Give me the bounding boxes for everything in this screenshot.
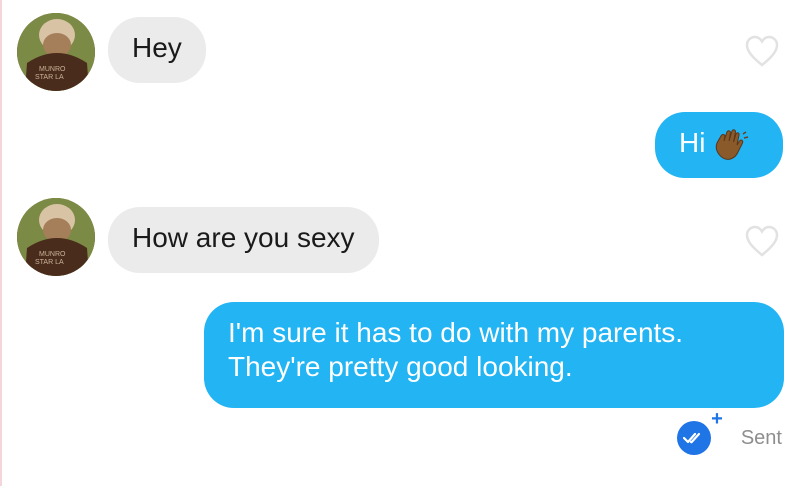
heart-like-icon[interactable] — [744, 34, 780, 68]
outgoing-message-bubble[interactable]: I'm sure it has to do with my parents. T… — [204, 302, 784, 408]
message-text: How are you sexy — [132, 222, 355, 253]
delivery-status: + Sent — [676, 409, 782, 456]
svg-text:STAR LA: STAR LA — [35, 259, 64, 266]
incoming-message-bubble[interactable]: How are you sexy — [108, 207, 379, 273]
waving-hand-icon — [716, 128, 749, 160]
outgoing-message-bubble[interactable]: Hi — [655, 112, 783, 178]
message-text: Hi — [679, 127, 706, 158]
avatar-photo: MUNRO STAR LA — [17, 13, 95, 91]
svg-text:MUNRO: MUNRO — [39, 66, 66, 73]
heart-like-icon[interactable] — [744, 224, 780, 258]
plus-icon: + — [711, 408, 723, 430]
svg-text:MUNRO: MUNRO — [39, 251, 66, 258]
message-text: I'm sure it has to do with my parents. T… — [228, 317, 684, 382]
avatar-photo: MUNRO STAR LA — [17, 198, 95, 276]
message-text: Hey — [132, 32, 182, 63]
avatar[interactable]: MUNRO STAR LA — [17, 198, 95, 276]
incoming-message-bubble[interactable]: Hey — [108, 17, 206, 83]
svg-text:STAR LA: STAR LA — [35, 74, 64, 81]
sent-status-label: Sent — [740, 426, 782, 449]
avatar[interactable]: MUNRO STAR LA — [17, 13, 95, 91]
left-edge-accent — [0, 0, 2, 486]
double-check-icon: + — [676, 409, 723, 455]
